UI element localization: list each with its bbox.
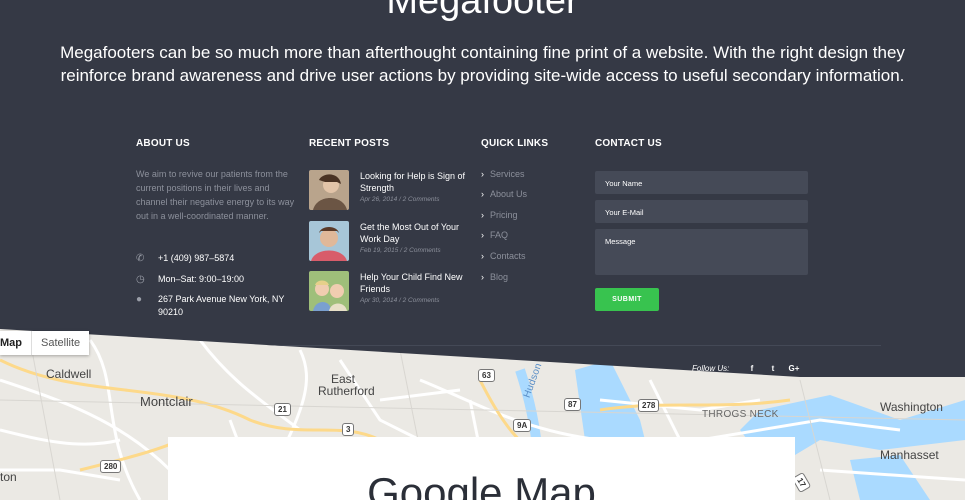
chevron-right-icon: › (481, 189, 484, 199)
quick-link-label[interactable]: Contacts (490, 251, 526, 261)
map-type-control: Map Satellite (0, 331, 90, 355)
page-description: Megafooters can be so much more than aft… (60, 43, 905, 85)
quick-link-label[interactable]: Blog (490, 272, 508, 282)
route-shield-280: 280 (100, 460, 122, 473)
phone-line: ✆ +1 (409) 987–5874 (136, 252, 234, 265)
google-map-card: Google Map (168, 437, 795, 500)
opening-hours: Mon–Sat: 9:00–19:00 (158, 274, 245, 284)
message-field[interactable]: Message (595, 229, 808, 275)
address: 267 Park Avenue New York, NY 90210 (158, 294, 285, 317)
quick-link-label[interactable]: About Us (490, 189, 527, 199)
quick-link-label[interactable]: Pricing (490, 210, 518, 220)
post-item[interactable]: Help Your Child Find New Friends Apr 30,… (309, 271, 470, 311)
about-heading: ABOUT US (136, 138, 190, 149)
address-line: ● 267 Park Avenue New York, NY 90210 (136, 293, 293, 319)
quick-link-services[interactable]: › Services (481, 169, 525, 179)
phone-icon: ✆ (136, 253, 145, 264)
chevron-right-icon: › (481, 272, 484, 282)
route-shield-63: 63 (478, 369, 495, 382)
post-title[interactable]: Get the Most Out of Your Work Day (360, 221, 470, 245)
quick-links-heading: QUICK LINKS (481, 138, 549, 149)
chevron-right-icon: › (481, 251, 484, 261)
quick-link-blog[interactable]: › Blog (481, 272, 508, 282)
chevron-right-icon: › (481, 169, 484, 179)
quick-link-contacts[interactable]: › Contacts (481, 251, 526, 261)
route-shield-21: 21 (274, 403, 291, 416)
about-text: We aim to revive our patients from the c… (136, 169, 295, 221)
post-item[interactable]: Looking for Help is Sign of Strength Apr… (309, 170, 470, 210)
quick-link-about-us[interactable]: › About Us (481, 189, 527, 199)
route-shield-278: 278 (638, 399, 660, 412)
map-label-partial: ton (0, 470, 17, 484)
map-label-east-rutherford: East Rutherford (318, 372, 375, 398)
post-title[interactable]: Looking for Help is Sign of Strength (360, 170, 470, 194)
post-item[interactable]: Get the Most Out of Your Work Day Feb 19… (309, 221, 470, 261)
map-label-manhasset: Manhasset (880, 448, 939, 462)
post-thumbnail[interactable] (309, 170, 349, 210)
post-meta: Apr 30, 2014 / 2 Comments (360, 297, 440, 304)
quick-link-label[interactable]: FAQ (490, 230, 508, 240)
map-type-satellite-button[interactable]: Satellite (32, 331, 89, 355)
quick-link-pricing[interactable]: › Pricing (481, 210, 518, 220)
google-map-title: Google Map (367, 469, 596, 500)
route-shield-87: 87 (564, 398, 581, 411)
post-meta: Feb 19, 2015 / 2 Comments (360, 247, 441, 254)
quick-link-label[interactable]: Services (490, 169, 525, 179)
phone-number: +1 (409) 987–5874 (158, 253, 235, 263)
email-field[interactable]: Your E-Mail (595, 200, 808, 223)
name-field[interactable]: Your Name (595, 171, 808, 194)
twitter-icon[interactable]: t (765, 362, 781, 376)
post-title[interactable]: Help Your Child Find New Friends (360, 271, 470, 295)
map-label-washington: Washington (880, 400, 943, 414)
google-plus-icon[interactable]: G+ (786, 362, 802, 376)
map-type-map-button[interactable]: Map (0, 331, 32, 355)
post-meta: Apr 26, 2014 / 2 Comments (360, 196, 440, 203)
recent-posts-heading: RECENT POSTS (309, 138, 390, 149)
chevron-right-icon: › (481, 230, 484, 240)
map-label-caldwell: Caldwell (46, 367, 92, 381)
hours-line: ◷ Mon–Sat: 9:00–19:00 (136, 273, 244, 286)
page-title: Megafooter (386, 0, 579, 22)
clock-icon: ◷ (136, 274, 145, 285)
map-label-montclair: Montclair (140, 394, 193, 409)
quick-link-faq[interactable]: › FAQ (481, 230, 508, 240)
route-shield-3: 3 (342, 423, 355, 436)
location-pin-icon: ● (136, 294, 143, 305)
submit-button[interactable]: SUBMIT (595, 288, 659, 311)
route-shield-9a: 9A (513, 419, 532, 432)
post-thumbnail[interactable] (309, 271, 349, 311)
contact-heading: CONTACT US (595, 138, 662, 149)
chevron-right-icon: › (481, 210, 484, 220)
post-thumbnail[interactable] (309, 221, 349, 261)
map-label-throgs-neck: THROGS NECK (702, 409, 779, 420)
